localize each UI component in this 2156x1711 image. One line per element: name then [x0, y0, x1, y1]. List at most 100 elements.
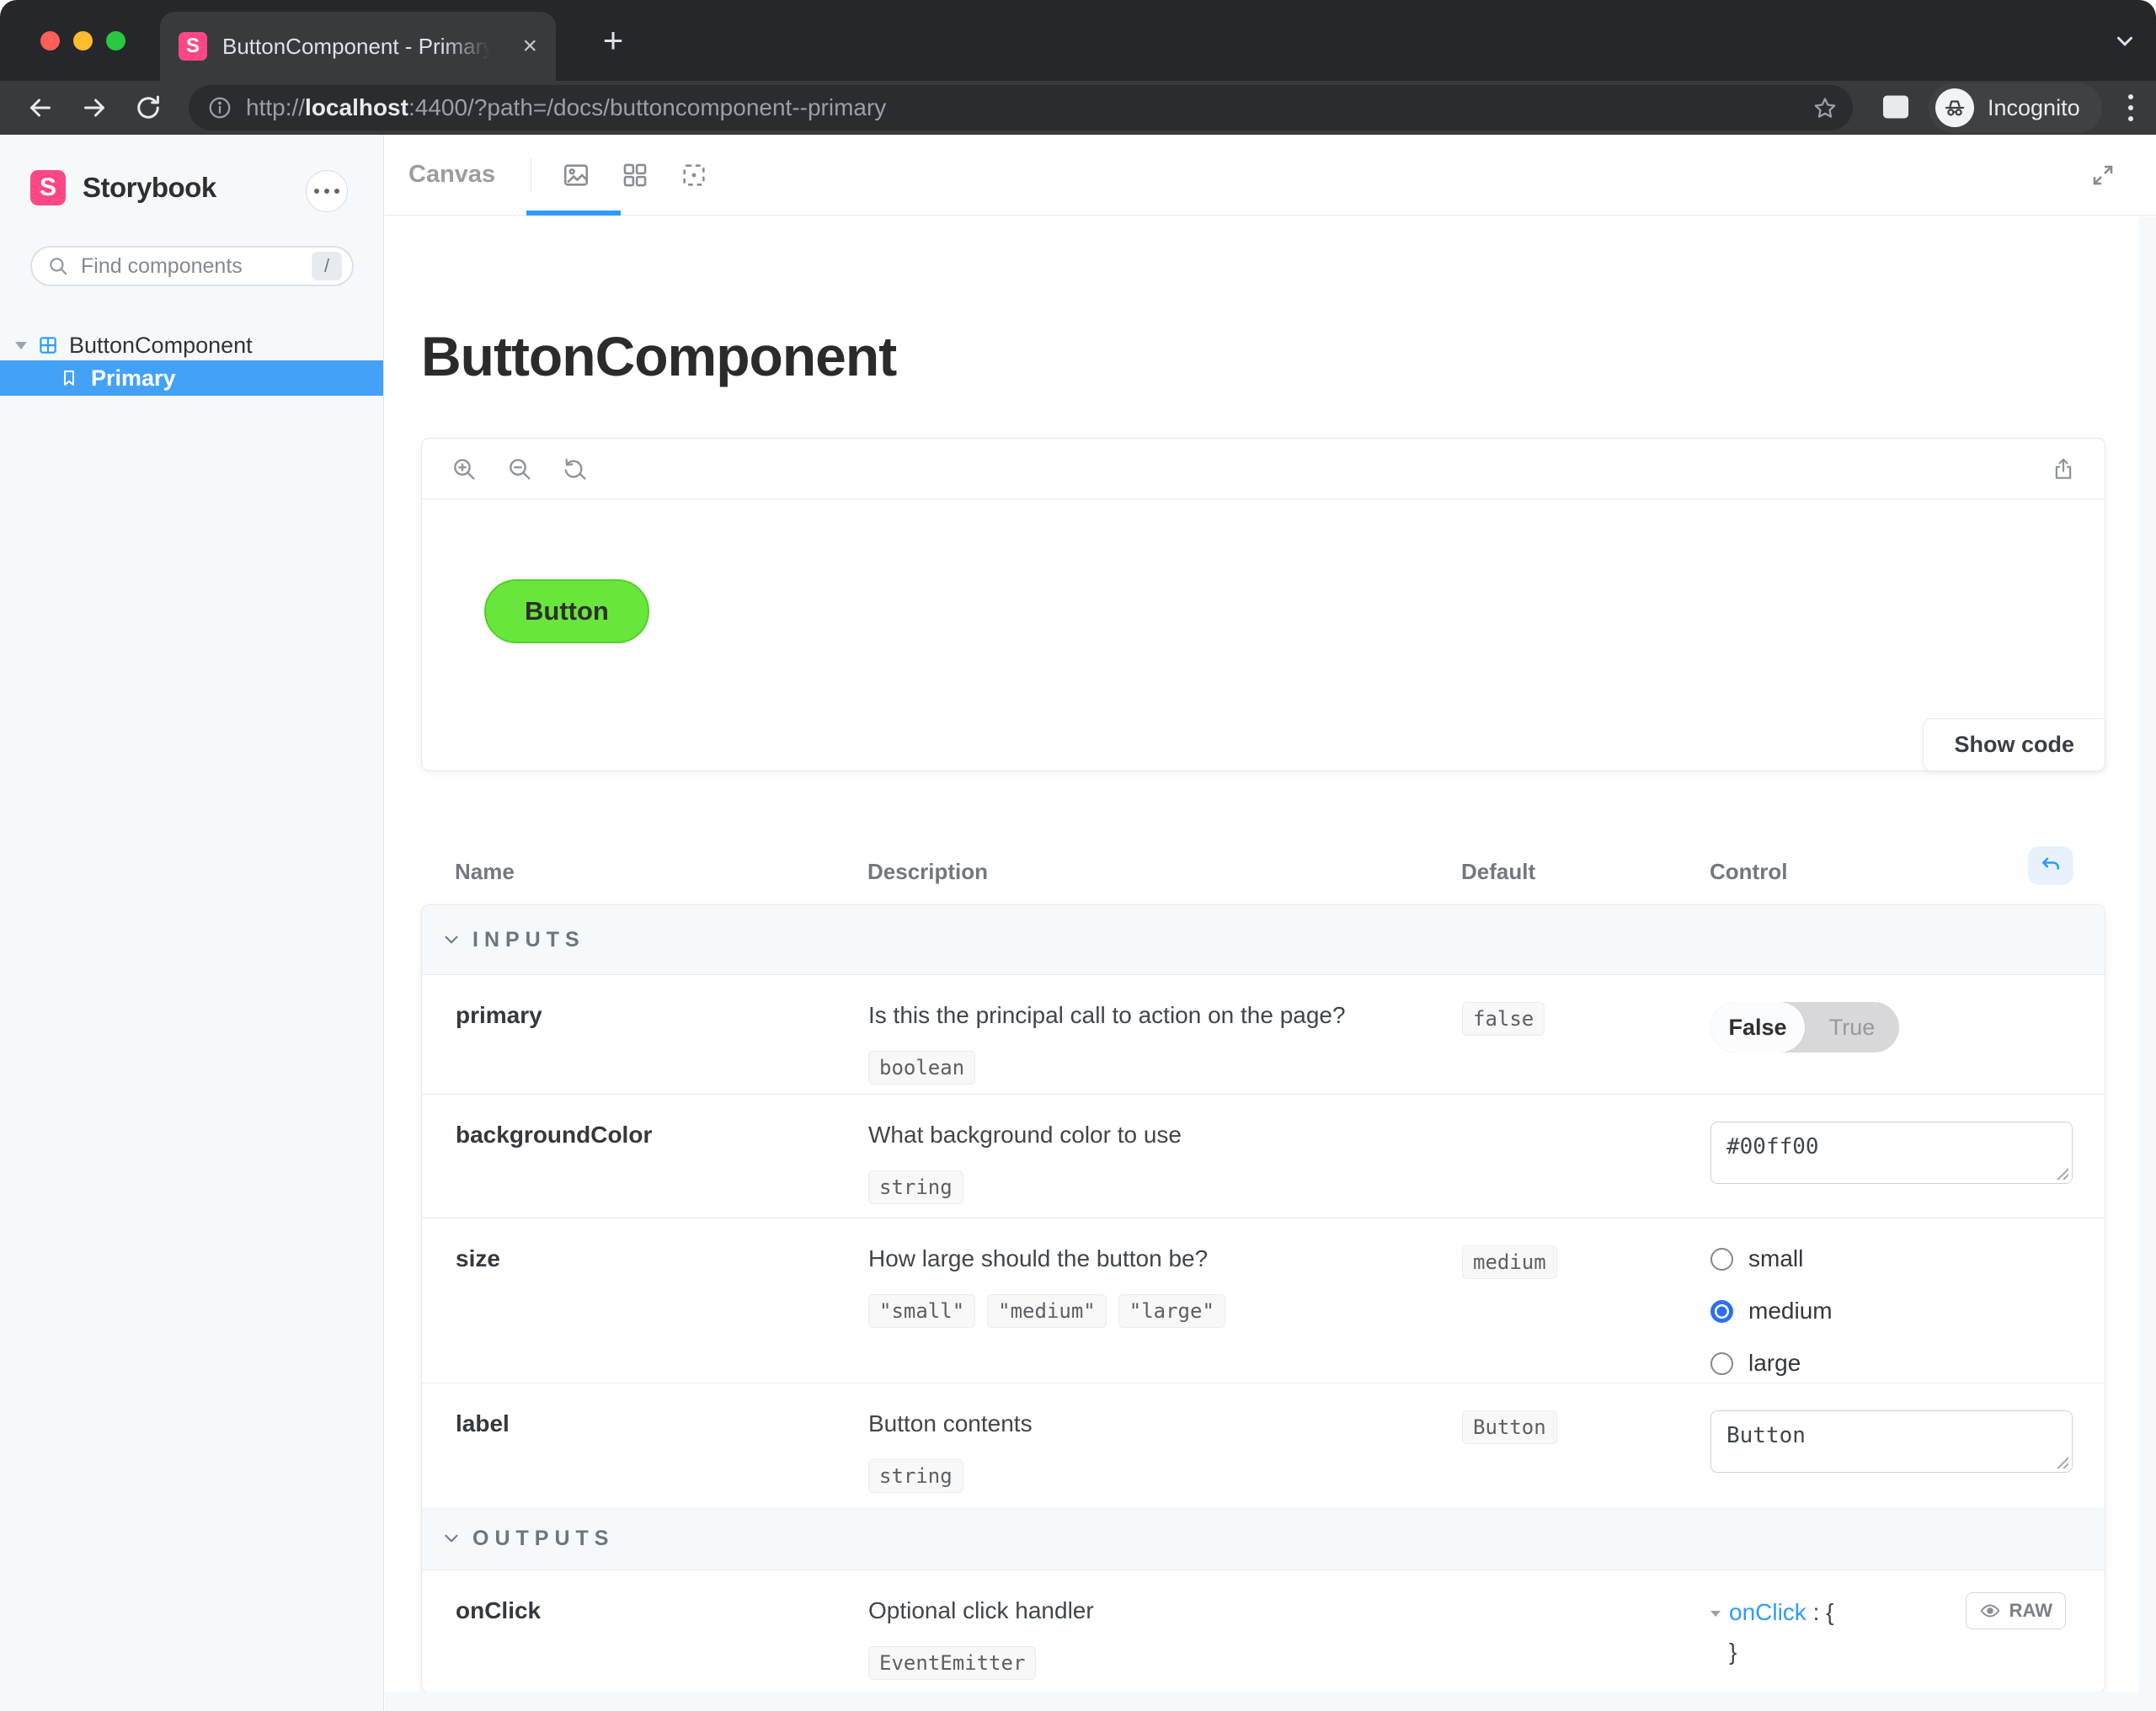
preview-toolbar: Canvas Docs [385, 135, 2156, 216]
zoom-out-icon[interactable] [506, 456, 533, 482]
brand-row: S Storybook [30, 170, 216, 205]
scroll-gutter[interactable] [2139, 216, 2156, 1711]
table-row-label: label Button contents string Button Butt… [422, 1383, 2105, 1507]
docs-tab-underline [526, 211, 621, 216]
raw-toggle-button[interactable]: RAW [1966, 1592, 2066, 1629]
default-chip: false [1462, 1002, 1545, 1036]
arg-default: Button [1462, 1383, 1710, 1444]
arg-name: label [422, 1383, 868, 1437]
radio-checked-icon[interactable] [1710, 1300, 1733, 1323]
tab-close-icon[interactable]: × [522, 34, 537, 59]
browser-tab[interactable]: S ButtonComponent - Primary · Storybook … [160, 12, 556, 81]
arg-description: Is this the principal call to action on … [868, 975, 1462, 1085]
arg-description-text: Button contents [868, 1410, 1462, 1437]
show-code-button[interactable]: Show code [1923, 718, 2105, 771]
section-inputs[interactable]: INPUTS [422, 905, 2105, 974]
arg-control: Button [1710, 1383, 2073, 1477]
radio-unchecked-icon[interactable] [1710, 1248, 1733, 1271]
chevron-down-icon [440, 1527, 462, 1549]
column-header-description: Description [867, 859, 1461, 885]
measure-outline-icon[interactable] [680, 161, 708, 189]
radio-medium[interactable]: medium [1710, 1298, 2064, 1325]
storybook-app: S Storybook / ButtonComponent [0, 135, 2156, 1711]
address-bar[interactable]: http://localhost:4400/?path=/docs/button… [189, 85, 1853, 131]
args-table-header: Name Description Default Control [421, 848, 2105, 895]
search-shortcut-key: / [312, 252, 342, 280]
arg-control: #00ff00 [1710, 1095, 2073, 1188]
arg-default: false [1462, 975, 1710, 1036]
share-icon[interactable] [2051, 456, 2076, 482]
back-button[interactable] [25, 93, 56, 123]
section-label: OUTPUTS [472, 1527, 614, 1551]
maximize-window-button[interactable] [106, 31, 125, 51]
main-panel: Canvas Docs ButtonComponen [385, 135, 2156, 1711]
browser-window: S ButtonComponent - Primary · Storybook … [0, 0, 2156, 1711]
search-input[interactable] [81, 254, 283, 279]
boolean-toggle[interactable]: False True [1710, 1002, 1899, 1053]
arg-name: onClick [422, 1570, 868, 1624]
expand-caret-icon[interactable] [15, 342, 27, 349]
arg-description-text: Is this the principal call to action on … [868, 1002, 1462, 1029]
reset-controls-button[interactable] [2028, 846, 2073, 885]
sidebar-item-buttoncomponent[interactable]: ButtonComponent [0, 327, 383, 364]
backgroundcolor-input[interactable]: #00ff00 [1710, 1122, 2073, 1184]
type-chip: "medium" [987, 1294, 1107, 1328]
radio-label: large [1748, 1350, 1801, 1377]
default-chip: medium [1462, 1245, 1557, 1279]
tab-search-chevron-icon[interactable] [2112, 29, 2137, 54]
chrome-menu-icon[interactable] [2116, 93, 2146, 123]
toggle-false[interactable]: False [1710, 1002, 1805, 1053]
column-header-default: Default [1461, 859, 1710, 885]
zoom-in-icon[interactable] [451, 456, 478, 482]
browser-titlebar: S ButtonComponent - Primary · Storybook … [0, 0, 2156, 81]
args-table: INPUTS primary Is this the principal cal… [421, 904, 2105, 1693]
type-chip: EventEmitter [868, 1646, 1036, 1680]
radio-label: small [1748, 1245, 1803, 1272]
section-label: INPUTS [472, 928, 585, 952]
tab-title: ButtonComponent - Primary · Storybook [222, 34, 490, 60]
arg-description-text: What background color to use [868, 1122, 1462, 1149]
rendered-button[interactable]: Button [484, 579, 649, 643]
radio-small[interactable]: small [1710, 1245, 2064, 1272]
zoom-reset-icon[interactable] [562, 456, 589, 482]
toggle-true[interactable]: True [1805, 1002, 1899, 1053]
close-window-button[interactable] [40, 31, 60, 51]
story-canvas: Button [422, 500, 2105, 770]
radio-large[interactable]: large [1710, 1350, 2064, 1377]
new-tab-button[interactable]: + [595, 22, 632, 59]
page-title: ButtonComponent [421, 324, 896, 388]
incognito-label: Incognito [1988, 95, 2080, 121]
chevron-down-icon [440, 929, 462, 951]
story-label: Primary [91, 365, 176, 392]
radio-unchecked-icon[interactable] [1710, 1352, 1733, 1375]
label-input[interactable]: Button [1710, 1410, 2073, 1473]
reload-button[interactable] [133, 93, 163, 123]
side-panel-icon[interactable] [1880, 91, 1912, 123]
column-header-control: Control [1710, 859, 2072, 885]
table-row-primary: primary Is this the principal call to ac… [422, 974, 2105, 1094]
tab-canvas[interactable]: Canvas [408, 161, 495, 189]
site-info-icon[interactable] [207, 95, 232, 120]
window-controls [40, 31, 125, 51]
fullscreen-icon[interactable] [2090, 163, 2116, 188]
column-header-name: Name [421, 859, 867, 885]
size-radio-group: small medium large [1710, 1245, 2064, 1377]
object-key[interactable]: onClick [1729, 1599, 1806, 1625]
forward-button[interactable] [79, 93, 109, 123]
section-outputs[interactable]: OUTPUTS [422, 1507, 2105, 1570]
object-open-brace: : { [1806, 1599, 1834, 1625]
background-image-icon[interactable] [562, 161, 590, 189]
arg-description: Button contents string [868, 1383, 1462, 1493]
minimize-window-button[interactable] [73, 31, 93, 51]
bookmark-star-icon[interactable] [1812, 95, 1838, 120]
sidebar-item-primary-selected[interactable]: Primary [0, 360, 383, 396]
type-chip: string [868, 1459, 963, 1493]
search-box[interactable]: / [30, 246, 354, 286]
radio-label: medium [1748, 1298, 1833, 1325]
shortcuts-menu-button[interactable] [306, 170, 348, 212]
docs-background-band [385, 1692, 2156, 1711]
grid-icon[interactable] [621, 161, 649, 189]
url-host: localhost [305, 94, 408, 120]
collapse-caret-icon[interactable] [1710, 1611, 1721, 1617]
arg-description: What background color to use string [868, 1095, 1462, 1204]
